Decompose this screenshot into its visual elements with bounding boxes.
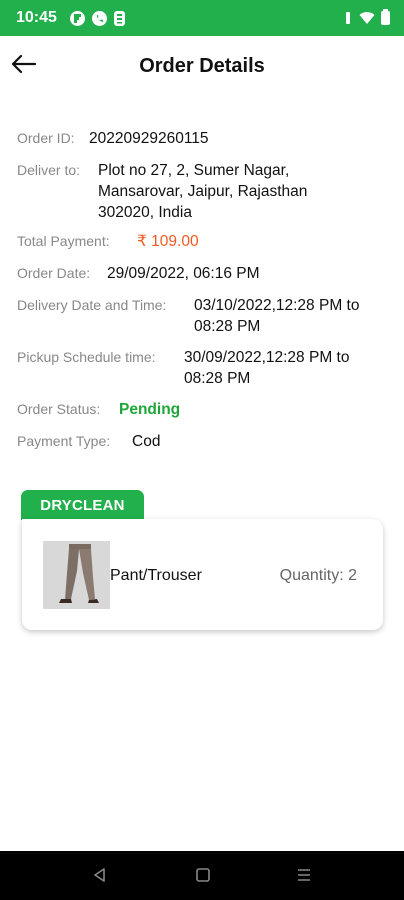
phone-badge-icon bbox=[114, 11, 125, 26]
trouser-photo bbox=[43, 541, 110, 609]
home-square-icon bbox=[196, 868, 210, 882]
back-triangle-icon bbox=[94, 868, 105, 882]
system-icons bbox=[343, 9, 390, 25]
whatsapp-icon bbox=[92, 11, 107, 26]
vibrate-icon bbox=[343, 11, 353, 25]
battery-icon bbox=[381, 9, 390, 25]
pickup-line: 08:28 PM bbox=[184, 370, 251, 387]
item-name: Pant/Trouser bbox=[110, 567, 202, 584]
total-payment-value: ₹ 109.00 bbox=[137, 233, 199, 250]
pickup-time-label: Pickup Schedule time: bbox=[17, 349, 156, 365]
delivery-line: 08:28 PM bbox=[194, 318, 261, 335]
payment-type-label: Payment Type: bbox=[17, 433, 111, 449]
order-status-value: Pending bbox=[119, 401, 181, 418]
status-bar: 10:45 bbox=[0, 0, 404, 36]
payment-type-value: Cod bbox=[132, 433, 161, 450]
service-category-tag: DRYCLEAN bbox=[21, 490, 144, 520]
nav-recents-button[interactable] bbox=[294, 865, 314, 885]
order-status-label: Order Status: bbox=[17, 401, 101, 417]
order-date-value: 29/09/2022, 06:16 PM bbox=[107, 265, 260, 282]
notification-icons bbox=[70, 11, 125, 26]
total-payment-label: Total Payment: bbox=[17, 233, 110, 249]
deliver-to-label: Deliver to: bbox=[17, 162, 81, 178]
address-line: 302020, India bbox=[98, 204, 192, 221]
nav-home-button[interactable] bbox=[193, 865, 213, 885]
pickup-line: 30/09/2022,12:28 PM to bbox=[184, 349, 350, 366]
order-id-label: Order ID: bbox=[17, 130, 75, 146]
address-line: Plot no 27, 2, Sumer Nagar, bbox=[98, 162, 290, 179]
deliver-to-address: Plot no 27, 2, Sumer Nagar, Mansarovar, … bbox=[98, 160, 307, 223]
page-title: Order Details bbox=[139, 55, 265, 77]
delivery-time-label: Delivery Date and Time: bbox=[17, 297, 167, 313]
item-quantity: Quantity: 2 bbox=[279, 567, 357, 584]
pickup-time-value: 30/09/2022,12:28 PM to 08:28 PM bbox=[184, 347, 349, 389]
status-time: 10:45 bbox=[16, 9, 57, 26]
system-nav-bar bbox=[0, 851, 404, 900]
order-id-value: 20220929260115 bbox=[89, 130, 209, 147]
wifi-icon bbox=[359, 12, 375, 24]
nav-back-button[interactable] bbox=[90, 865, 110, 885]
delivery-line: 03/10/2022,12:28 PM to bbox=[194, 297, 360, 314]
address-line: Mansarovar, Jaipur, Rajasthan bbox=[98, 183, 308, 200]
delivery-time-value: 03/10/2022,12:28 PM to 08:28 PM bbox=[194, 295, 359, 337]
menu-lines-icon bbox=[298, 869, 310, 881]
order-date-label: Order Date: bbox=[17, 265, 91, 281]
flipboard-icon bbox=[70, 11, 85, 26]
order-item-card[interactable]: Pant/Trouser Quantity: 2 bbox=[22, 519, 383, 630]
